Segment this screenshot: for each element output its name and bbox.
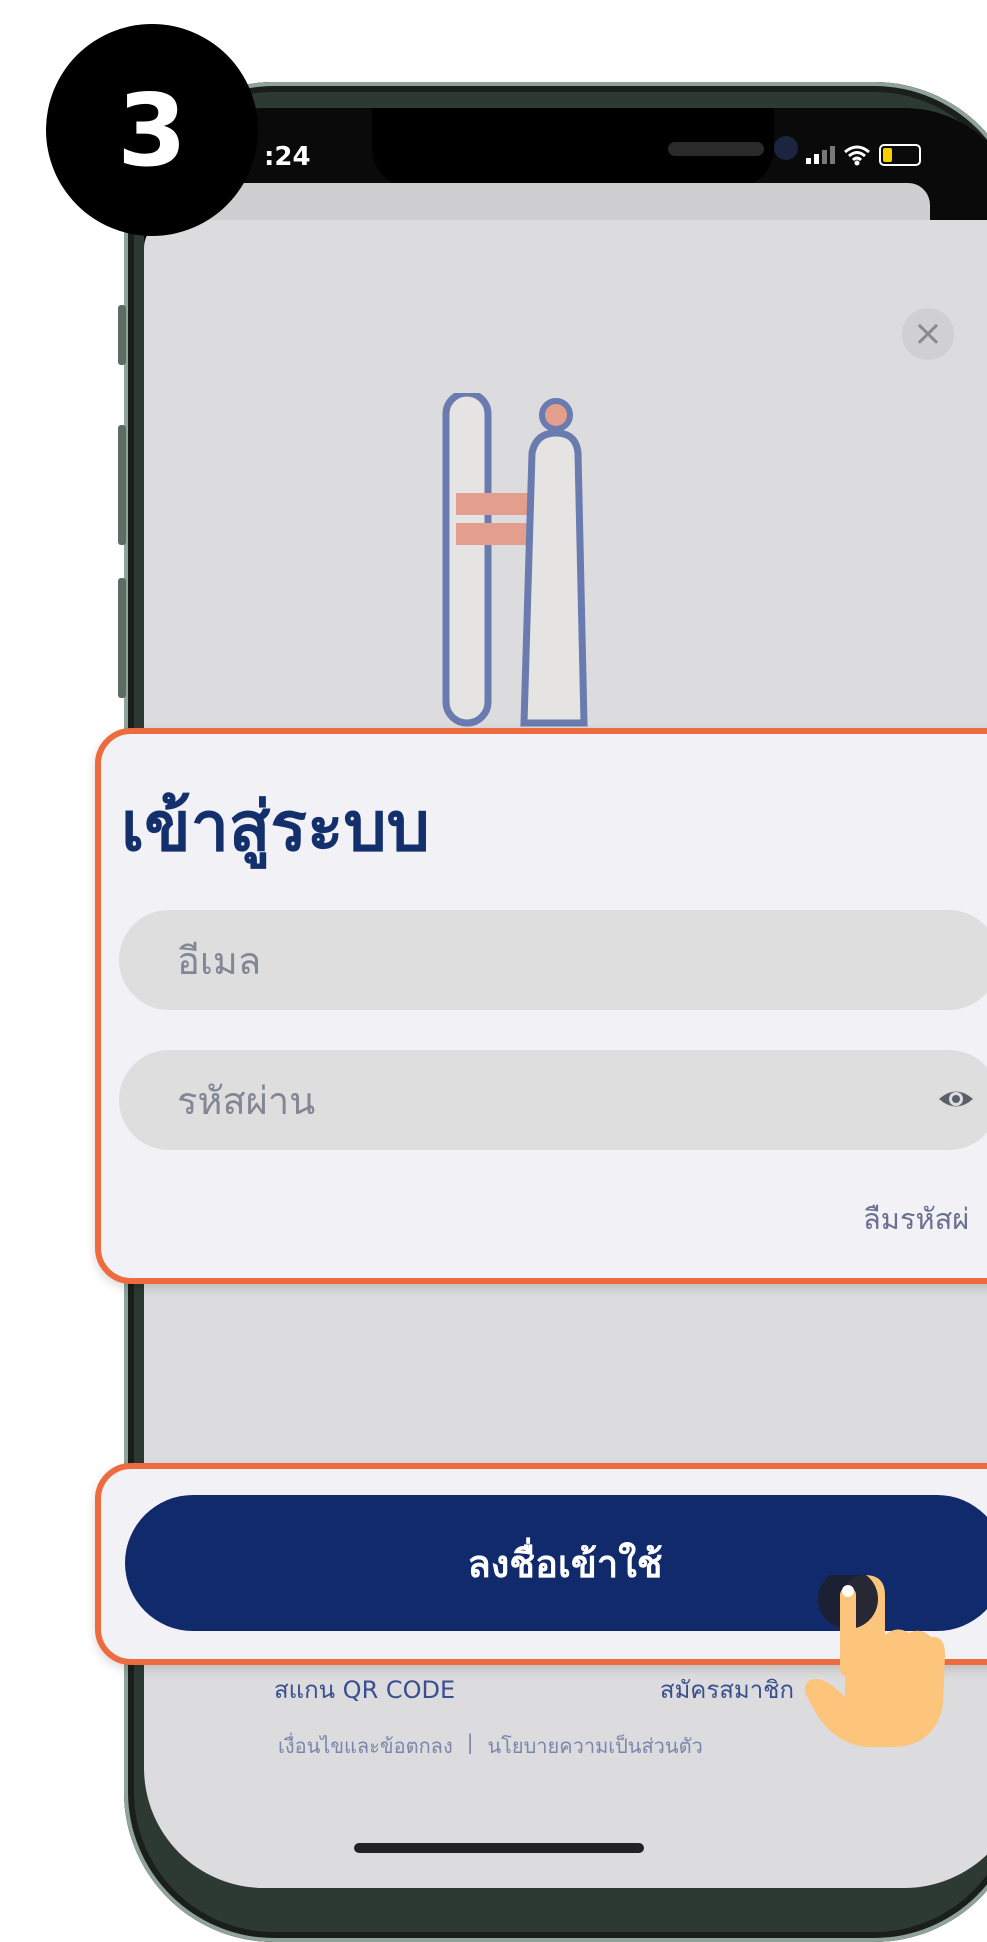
step-badge: 3 [46,24,258,236]
volume-up-button [118,425,126,545]
battery-icon [879,144,921,166]
login-form-highlight: เข้าสู่ระบบ อีเมล รหัสผ่าน ลืมรหัสผ่ [95,728,987,1284]
terms-link[interactable]: เงื่อนไขและข้อตกลง [278,1730,453,1762]
scan-qr-link[interactable]: สแกน QR CODE [274,1670,455,1709]
privacy-link[interactable]: นโยบายความเป็นส่วนตัว [487,1730,702,1762]
legal-links: เงื่อนไขและข้อตกลง | นโยบายความเป็นส่วนต… [278,1730,703,1762]
close-button[interactable]: × [902,308,954,360]
mute-switch [118,305,126,365]
email-field[interactable]: อีเมล [119,910,987,1010]
speaker [668,142,764,156]
register-link[interactable]: สมัครสมาชิก [660,1670,794,1709]
footer-links: สแกน QR CODE สมัครสมาชิก [274,1670,794,1709]
password-field[interactable]: รหัสผ่าน [119,1050,987,1150]
eye-icon[interactable] [937,1080,975,1118]
close-icon: × [912,313,944,354]
home-indicator [354,1843,644,1853]
app-logo [442,393,588,727]
wifi-icon [844,145,870,166]
login-title: เข้าสู่ระบบ [121,788,430,867]
notch [372,108,798,188]
volume-down-button [118,578,126,698]
password-placeholder: รหัสผ่าน [177,1078,316,1123]
status-time: :24 [264,142,311,172]
email-placeholder: อีเมล [177,938,262,983]
legal-separator: | [466,1730,474,1754]
status-icons [806,144,921,166]
forgot-password-link[interactable]: ลืมรหัสผ่ [863,1196,969,1242]
signal-icon [806,146,835,164]
front-camera [774,136,798,160]
hand-pointer-icon [805,1575,945,1747]
